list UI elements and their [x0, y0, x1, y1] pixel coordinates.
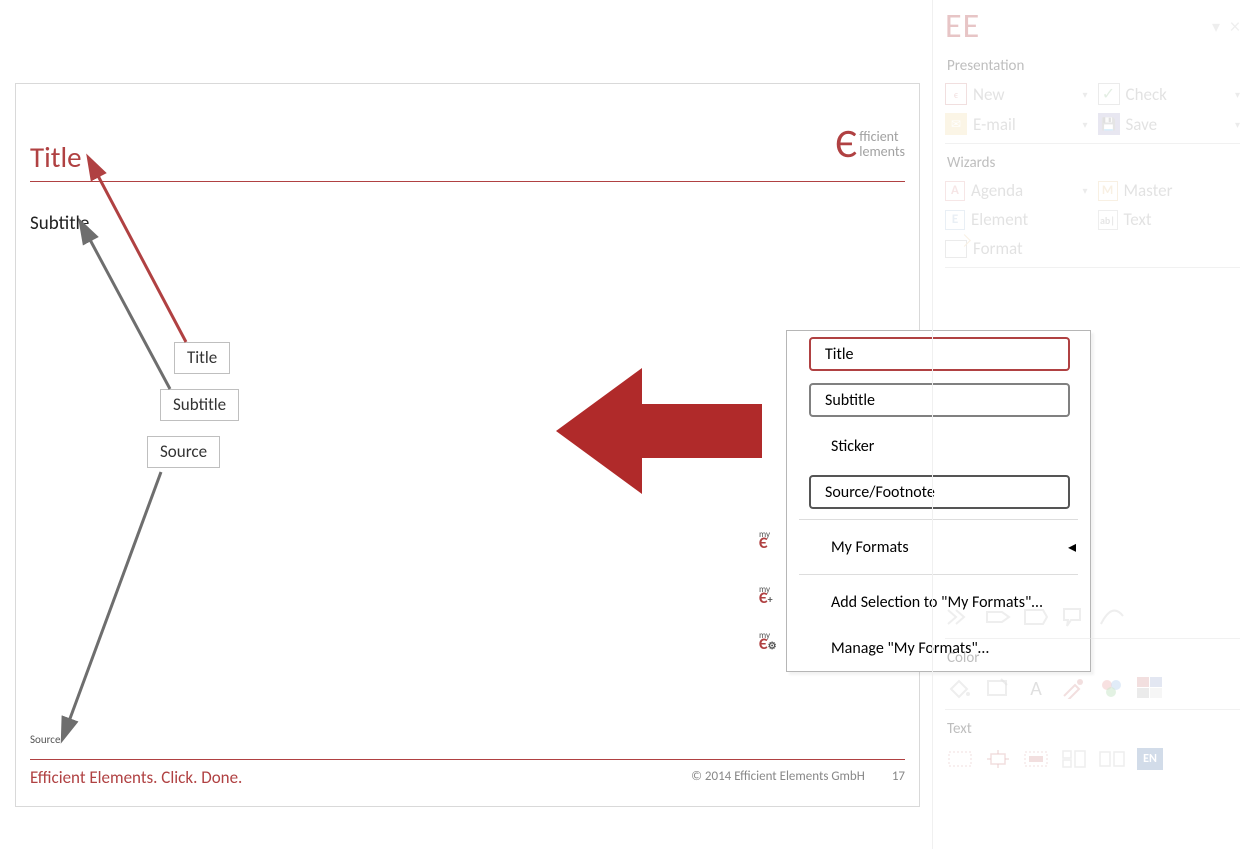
email-icon: ✉: [945, 113, 967, 135]
swatch-icon[interactable]: [1137, 677, 1163, 699]
arc-icon[interactable]: [1099, 606, 1125, 628]
split-icon[interactable]: [1099, 748, 1125, 770]
chevron-down-icon[interactable]: ▾: [1082, 88, 1087, 101]
font-color-icon[interactable]: A: [1023, 677, 1049, 699]
fill-icon[interactable]: [947, 677, 973, 699]
logo-text-2: lements: [859, 144, 905, 159]
box-title: Title: [174, 342, 230, 374]
footer-page: 17: [892, 769, 905, 784]
ee-logo: EE: [945, 6, 980, 47]
slide-subtitle[interactable]: Subtitle: [30, 212, 905, 235]
slide-source[interactable]: Source: [30, 733, 60, 746]
slide-canvas: Є fficient lements Title Subtitle Title …: [15, 83, 920, 807]
chevron-down-icon[interactable]: ▾: [1235, 118, 1240, 131]
footer-copyright: © 2014 Efficient Elements GmbH: [691, 769, 865, 784]
text-button[interactable]: ab| Text: [1098, 209, 1241, 230]
logo-text-1: fficient: [859, 129, 905, 144]
format-button[interactable]: Format: [945, 238, 1240, 259]
chevron-down-icon[interactable]: ▾: [1082, 184, 1087, 197]
slide-source-underline: [30, 759, 905, 760]
shape-toolbar: [947, 606, 1238, 628]
master-icon: M: [1098, 181, 1118, 201]
new-icon: ϵ: [945, 83, 967, 105]
box-subtitle: Subtitle: [160, 389, 239, 421]
save-button[interactable]: 💾 Save▾: [1098, 113, 1241, 135]
popup-title-label: Title: [825, 345, 853, 364]
box-source: Source: [147, 436, 220, 468]
format-icon: [945, 240, 967, 258]
agenda-button[interactable]: A Agenda▾: [945, 180, 1088, 201]
chevrons-icon[interactable]: [947, 606, 973, 628]
popup-subtitle-label: Subtitle: [825, 391, 875, 410]
section-color: Color: [947, 649, 1238, 667]
big-red-arrow-icon: [556, 368, 762, 494]
dropdown-icon[interactable]: ▾: [1212, 17, 1220, 37]
element-button[interactable]: E Element: [945, 209, 1088, 230]
chevron-down-icon[interactable]: ▾: [1082, 118, 1087, 131]
element-icon: E: [945, 210, 965, 230]
fit-icon[interactable]: [985, 748, 1011, 770]
text-toolbar: EN: [947, 748, 1238, 770]
color-wheel-icon[interactable]: [1099, 677, 1125, 699]
wrap-icon[interactable]: [1023, 748, 1049, 770]
email-button[interactable]: ✉ E-mail▾: [945, 113, 1088, 135]
close-icon[interactable]: ×: [1230, 15, 1240, 39]
section-wizards: Wizards: [947, 154, 1238, 172]
slide-logo: Є fficient lements: [835, 124, 905, 164]
save-icon: 💾: [1098, 113, 1120, 135]
new-button[interactable]: ϵ New▾: [945, 83, 1088, 105]
chevron-down-icon[interactable]: ▾: [1235, 88, 1240, 101]
textbox-icon[interactable]: [947, 748, 973, 770]
columns-icon[interactable]: [1061, 748, 1087, 770]
slide-title[interactable]: Title: [30, 139, 905, 175]
popup-myformats-label: My Formats: [831, 538, 909, 557]
check-icon: ✓: [1098, 83, 1120, 105]
agenda-icon: A: [945, 181, 965, 201]
check-button[interactable]: ✓ Check▾: [1098, 83, 1241, 105]
popup-source-label: Source/Footnote: [825, 483, 935, 502]
slide-title-underline: [30, 181, 905, 182]
task-pane: EE ▾ × Presentation ϵ New▾ ✓ Check▾ ✉ E-…: [932, 0, 1252, 849]
color-toolbar: A: [947, 677, 1238, 699]
eyedropper-icon[interactable]: [1061, 677, 1087, 699]
epsilon-icon: Є: [835, 124, 857, 164]
section-presentation: Presentation: [947, 57, 1238, 75]
popup-sticker-label: Sticker: [831, 437, 874, 456]
slide-footer-left: Efficient Elements. Click. Done.: [30, 767, 242, 788]
master-button[interactable]: M Master: [1098, 180, 1241, 201]
slide-footer-right: © 2014 Efficient Elements GmbH 17: [667, 769, 905, 784]
text-icon: ab|: [1098, 210, 1118, 230]
language-button[interactable]: EN: [1137, 748, 1163, 770]
callout-icon[interactable]: [1061, 606, 1087, 628]
pentagon-icon[interactable]: [985, 606, 1011, 628]
outline-icon[interactable]: [985, 677, 1011, 699]
section-text: Text: [947, 720, 1238, 738]
rectangle-icon[interactable]: [1023, 606, 1049, 628]
